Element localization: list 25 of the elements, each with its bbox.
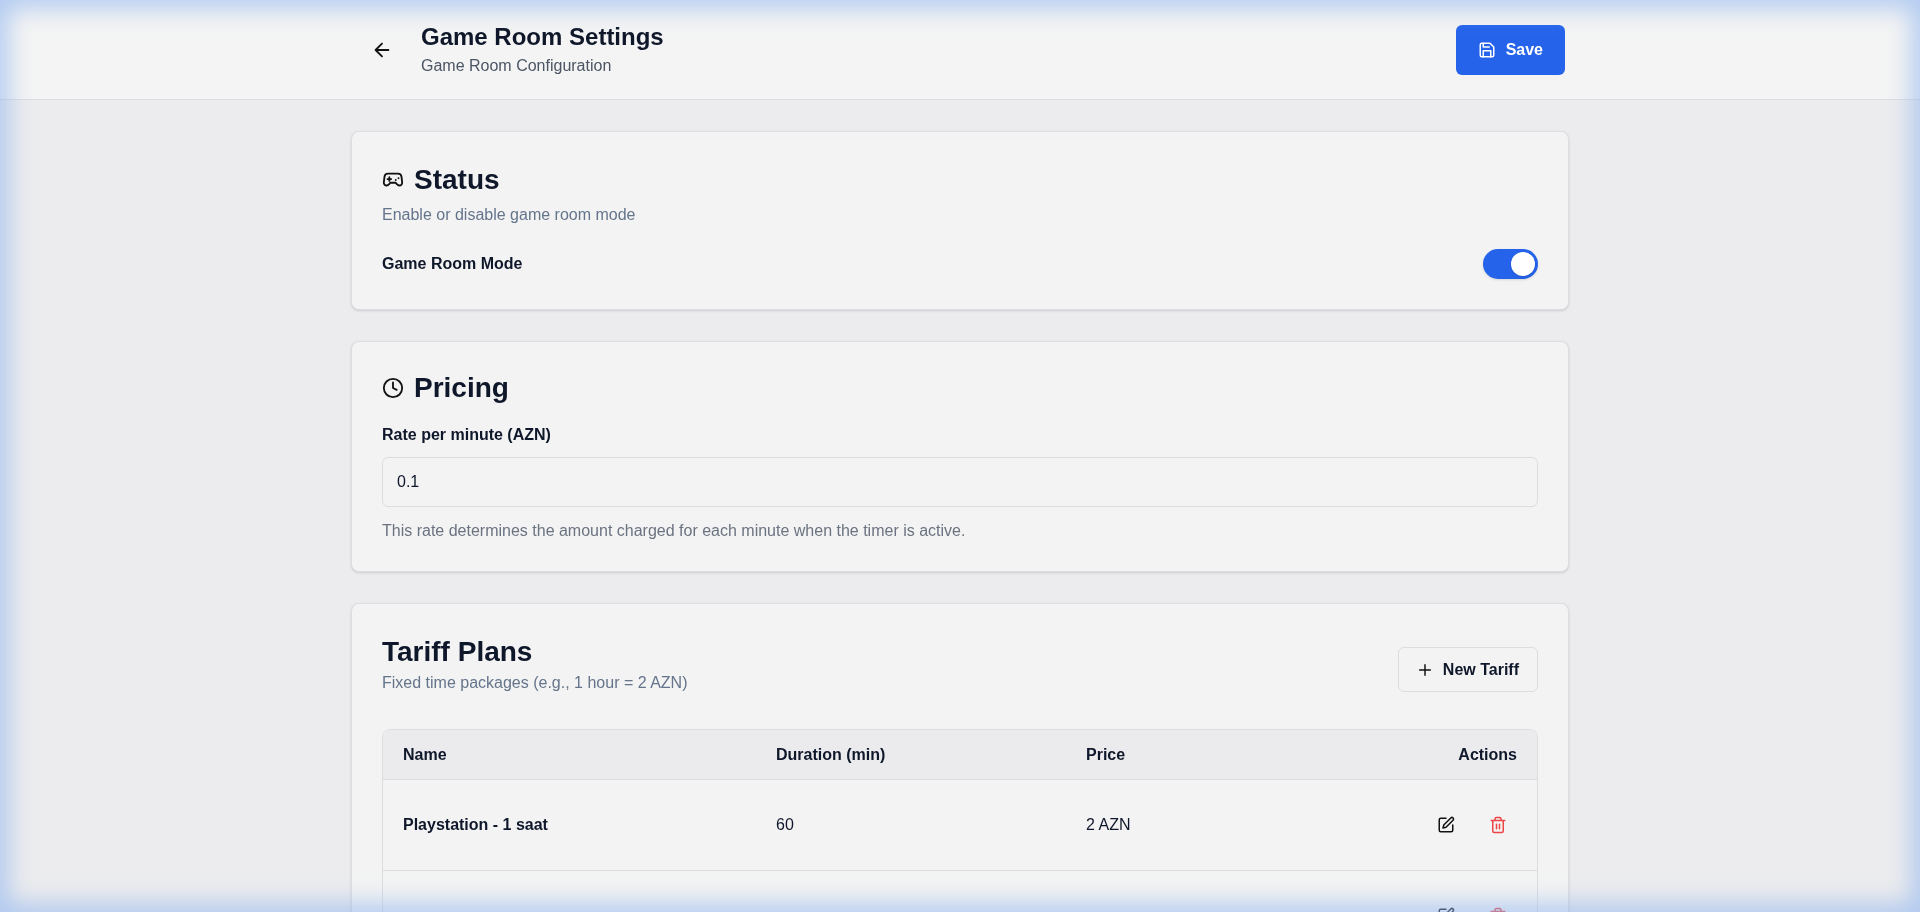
- column-header: Actions: [1458, 744, 1517, 765]
- table-cell-text: Playstation - 1 saat: [403, 815, 549, 835]
- edit-icon: [1437, 816, 1455, 834]
- column-header: Price: [1086, 744, 1126, 765]
- table-cell-text: 2 AZN: [1086, 815, 1132, 835]
- column-header: Name: [403, 744, 447, 765]
- field-hint: This rate determines the amount charged for each minute when the timer is active.: [382, 521, 967, 541]
- table-cell-text: 60: [776, 815, 795, 835]
- section-description: Enable or disable game room mode: [382, 205, 637, 225]
- page-subtitle: Game Room Configuration: [421, 55, 613, 76]
- column-header: Duration (min): [776, 744, 886, 765]
- toggle-label: Game Room Mode: [382, 254, 523, 274]
- section-title: Status: [414, 163, 500, 197]
- page-title: Game Room Settings: [421, 21, 664, 52]
- section-title: Tariff Plans: [382, 635, 534, 669]
- new-tariff-button[interactable]: New Tariff: [1397, 647, 1538, 692]
- trash-icon: [1489, 816, 1507, 834]
- save-button[interactable]: Save: [1455, 24, 1565, 75]
- toggle-switch[interactable]: [1483, 249, 1538, 279]
- section-title: Pricing: [414, 371, 509, 405]
- rate-input-field[interactable]: 0.1: [382, 457, 1538, 507]
- section-description: Fixed time packages (e.g., 1 hour = 2 AZN): [382, 673, 688, 693]
- plus-icon: [1416, 661, 1433, 678]
- clock-icon: [382, 376, 404, 399]
- field-label: Rate per minute (AZN): [382, 425, 552, 445]
